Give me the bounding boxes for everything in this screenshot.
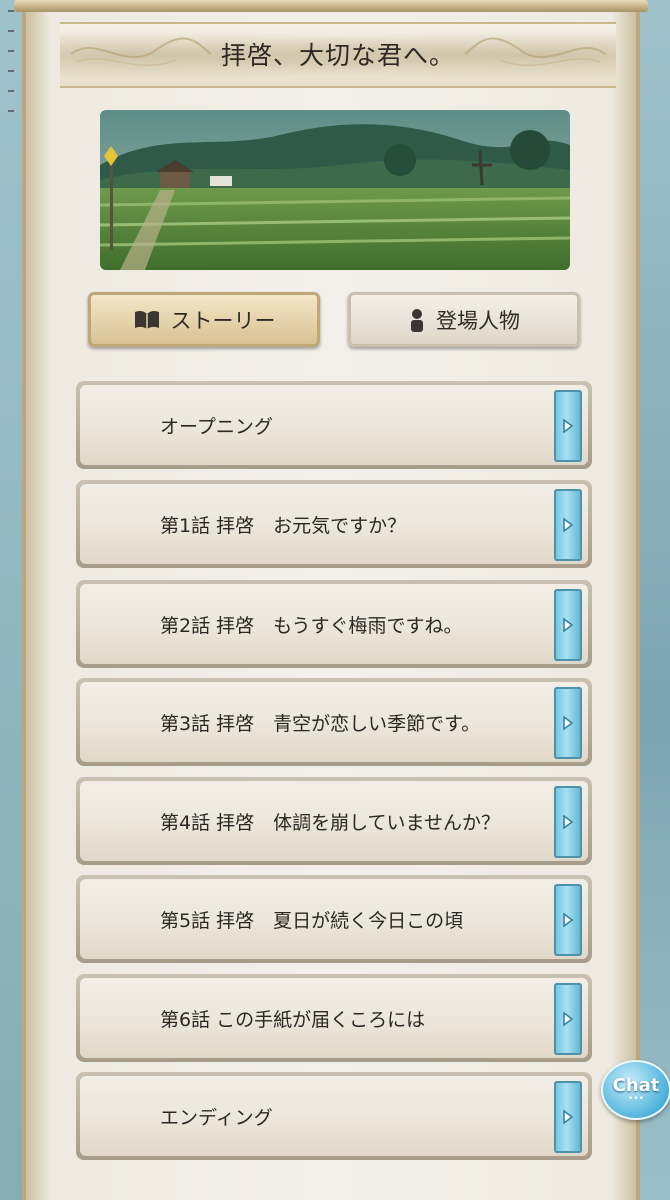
chevron-right-icon[interactable] — [554, 884, 582, 956]
episode-label: 第4話 拝啓 体調を崩していませんか？ — [160, 811, 500, 834]
episode-button-3[interactable]: 第3話 拝啓 青空が恋しい季節です。 — [76, 678, 592, 766]
book-icon — [134, 310, 159, 329]
episode-label: 第1話 拝啓 お元気ですか？ — [160, 514, 407, 537]
chat-dots-icon: ••• — [628, 1093, 644, 1104]
episode-button-opening[interactable]: オープニング — [76, 381, 592, 469]
episode-button-6[interactable]: 第6話 この手紙が届くころには — [76, 974, 592, 1062]
tab-characters[interactable]: 登場人物 — [348, 292, 580, 347]
chevron-right-icon[interactable] — [554, 390, 582, 462]
page-title: 拝啓、大切な君へ。 — [220, 41, 455, 70]
episode-label: オープニング — [160, 415, 273, 438]
title-banner: 拝啓、大切な君へ。 — [60, 22, 616, 88]
background-left — [0, 0, 22, 1200]
tab-story-label: ストーリー — [170, 308, 276, 333]
episode-label: 第2話 拝啓 もうすぐ梅雨ですね。 — [160, 614, 463, 637]
rope-decoration — [8, 0, 14, 130]
story-banner-image — [100, 110, 570, 270]
chevron-right-icon[interactable] — [554, 687, 582, 759]
scroll-top-rod — [14, 0, 648, 12]
chevron-right-icon[interactable] — [554, 983, 582, 1055]
person-icon — [411, 308, 423, 332]
chat-button[interactable]: Chat ••• — [601, 1060, 670, 1120]
chevron-right-icon[interactable] — [554, 1081, 582, 1153]
episode-button-ending[interactable]: エンディング — [76, 1072, 592, 1160]
episode-button-2[interactable]: 第2話 拝啓 もうすぐ梅雨ですね。 — [76, 580, 592, 668]
episode-label: 第6話 この手紙が届くころには — [160, 1008, 426, 1031]
tab-story[interactable]: ストーリー — [88, 292, 320, 347]
episode-label: 第5話 拝啓 夏日が続く今日この頃 — [160, 909, 464, 932]
episode-button-1[interactable]: 第1話 拝啓 お元気ですか？ — [76, 480, 592, 568]
episode-label: 第3話 拝啓 青空が恋しい季節です。 — [160, 712, 481, 735]
background-right — [640, 0, 670, 1200]
chat-label: Chat — [612, 1074, 660, 1096]
chevron-right-icon[interactable] — [554, 489, 582, 561]
episode-button-4[interactable]: 第4話 拝啓 体調を崩していませんか？ — [76, 777, 592, 865]
episode-button-5[interactable]: 第5話 拝啓 夏日が続く今日この頃 — [76, 875, 592, 963]
chevron-right-icon[interactable] — [554, 786, 582, 858]
tab-characters-label: 登場人物 — [436, 308, 520, 333]
chevron-right-icon[interactable] — [554, 589, 582, 661]
episode-label: エンディング — [160, 1106, 273, 1129]
